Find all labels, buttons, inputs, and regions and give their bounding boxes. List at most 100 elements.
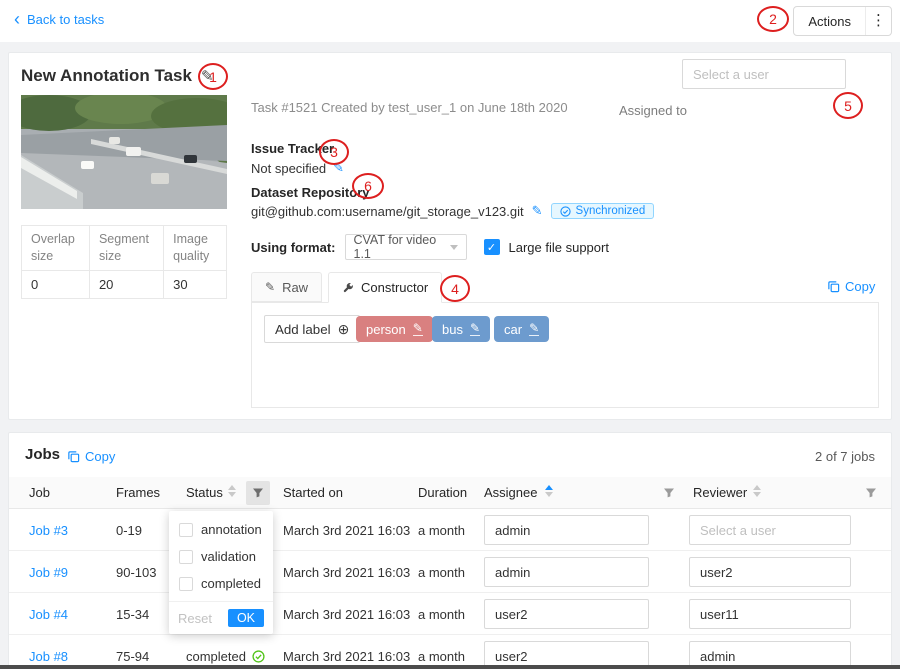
annotation-checkbox[interactable] (179, 523, 193, 537)
reviewer-input[interactable] (689, 515, 851, 545)
table-row: Job #8 75-94 completed March 3rd 2021 16… (9, 635, 891, 669)
reviewer-filter-icon[interactable] (859, 481, 883, 505)
started-cell: March 3rd 2021 16:03 (283, 607, 410, 622)
task-preview-image (21, 95, 227, 209)
label-chip-bus[interactable]: bus ✎ (432, 316, 490, 342)
tab-constructor[interactable]: Constructor (328, 272, 442, 303)
col-status: Status (186, 485, 223, 500)
check-circle-icon (252, 650, 265, 663)
callout-5: 5 (833, 92, 863, 119)
large-file-checkbox[interactable]: ✓ (484, 239, 500, 255)
issue-tracker-value: Not specified (251, 161, 326, 176)
status-cell: completed (186, 649, 265, 664)
jobs-count: 2 of 7 jobs (815, 449, 875, 464)
filter-option-annotation[interactable]: annotation (169, 516, 273, 543)
copy-labels-text: Copy (845, 279, 875, 294)
edit-label-icon[interactable]: ✎ (529, 322, 539, 336)
job-link[interactable]: Job #8 (29, 649, 68, 664)
reviewer-sort-icons[interactable] (753, 485, 761, 497)
wrench-icon (342, 282, 354, 294)
funnel-icon (663, 487, 675, 499)
params-header-row: Overlap size Segment size Image quality (22, 226, 227, 271)
table-row: Job #9 90-103 March 3rd 2021 16:03 a mon… (9, 551, 891, 593)
frames-cell: 90-103 (116, 565, 156, 580)
status-filter-dropdown: annotation validation completed Reset OK (169, 511, 273, 634)
validation-label: validation (201, 549, 256, 564)
actions-label: Actions (794, 14, 865, 29)
status-sort-icons[interactable] (228, 485, 236, 497)
tab-raw[interactable]: ✎ Raw (251, 272, 322, 302)
filter-option-validation[interactable]: validation (169, 543, 273, 570)
job-link[interactable]: Job #4 (29, 607, 68, 622)
traffic-scene-image (21, 95, 227, 209)
chevron-down-icon (450, 245, 458, 250)
filter-ok-button[interactable]: OK (228, 609, 264, 627)
job-link[interactable]: Job #3 (29, 523, 68, 538)
duration-cell: a month (418, 565, 465, 580)
params-value-row: 0 20 30 (22, 270, 227, 298)
job-link[interactable]: Job #9 (29, 565, 68, 580)
sync-status-badge[interactable]: Synchronized (551, 203, 655, 219)
check-circle-icon (560, 206, 571, 217)
frames-cell: 0-19 (116, 523, 142, 538)
copy-icon (67, 450, 80, 463)
col-job: Job (29, 485, 50, 500)
using-format-label: Using format: (251, 240, 336, 255)
label-chip-car-text: car (504, 322, 522, 337)
validation-checkbox[interactable] (179, 550, 193, 564)
page-title: New Annotation Task ✎ (21, 66, 214, 86)
segment-size-value: 20 (89, 270, 163, 298)
image-quality-value: 30 (164, 270, 227, 298)
edit-repository-icon[interactable]: ✎ (532, 203, 543, 219)
frames-cell: 75-94 (116, 649, 149, 664)
actions-button[interactable]: Actions ⋮ (793, 6, 892, 36)
col-assignee: Assignee (484, 485, 537, 500)
labels-constructor-panel: Add label ⊕ person ✎ bus ✎ car ✎ (251, 302, 879, 408)
filter-reset-button[interactable]: Reset (178, 611, 212, 626)
started-cell: March 3rd 2021 16:03 (283, 649, 410, 664)
assignee-sort-icons[interactable] (545, 485, 553, 497)
back-to-tasks-link[interactable]: ‹ Back to tasks (14, 12, 104, 27)
filter-option-completed[interactable]: completed (169, 570, 273, 597)
assignee-input[interactable] (484, 599, 649, 629)
overlap-size-value: 0 (22, 270, 90, 298)
task-details-card: New Annotation Task ✎ Overlap size Segme… (8, 52, 892, 420)
reviewer-input[interactable] (689, 557, 851, 587)
format-select[interactable]: CVAT for video 1.1 (345, 234, 467, 260)
table-row: Job #4 15-34 March 3rd 2021 16:03 a mont… (9, 593, 891, 635)
assigned-to-label: Assigned to (619, 103, 687, 118)
duration-cell: a month (418, 607, 465, 622)
assignee-input[interactable] (484, 515, 649, 545)
callout-2: 2 (757, 6, 789, 32)
reviewer-input[interactable] (689, 599, 851, 629)
col-duration: Duration (418, 485, 467, 500)
label-chip-car[interactable]: car ✎ (494, 316, 549, 342)
copy-labels-link[interactable]: Copy (827, 279, 875, 294)
assignee-filter-icon[interactable] (657, 481, 681, 505)
copy-jobs-link[interactable]: Copy (67, 449, 115, 464)
add-label-button[interactable]: Add label ⊕ (264, 315, 360, 343)
edit-label-icon[interactable]: ✎ (470, 322, 480, 336)
col-started: Started on (283, 485, 343, 500)
tab-raw-label: Raw (282, 280, 308, 295)
tab-constructor-label: Constructor (361, 280, 428, 295)
assigned-to-input[interactable] (682, 59, 846, 89)
funnel-icon (252, 487, 264, 499)
large-file-label: Large file support (509, 240, 609, 255)
completed-checkbox[interactable] (179, 577, 193, 591)
task-title-text: New Annotation Task (21, 66, 192, 86)
more-menu-icon[interactable]: ⋮ (865, 7, 891, 35)
repository-url: git@github.com:username/git_storage_v123… (251, 204, 524, 219)
funnel-icon (865, 487, 877, 499)
jobs-table-header: Job Frames Status Started on Duration As… (9, 477, 891, 509)
assignee-input[interactable] (484, 557, 649, 587)
callout-6: 6 (352, 173, 384, 199)
edit-label-icon[interactable]: ✎ (413, 322, 423, 336)
status-filter-icon[interactable] (246, 481, 270, 505)
jobs-title: Jobs (25, 446, 60, 463)
label-chip-person[interactable]: person ✎ (356, 316, 433, 342)
format-row: Using format: CVAT for video 1.1 ✓ Large… (251, 234, 609, 260)
dataset-repository-row: git@github.com:username/git_storage_v123… (251, 203, 654, 219)
plus-circle-icon: ⊕ (338, 321, 350, 338)
duration-cell: a month (418, 649, 465, 664)
